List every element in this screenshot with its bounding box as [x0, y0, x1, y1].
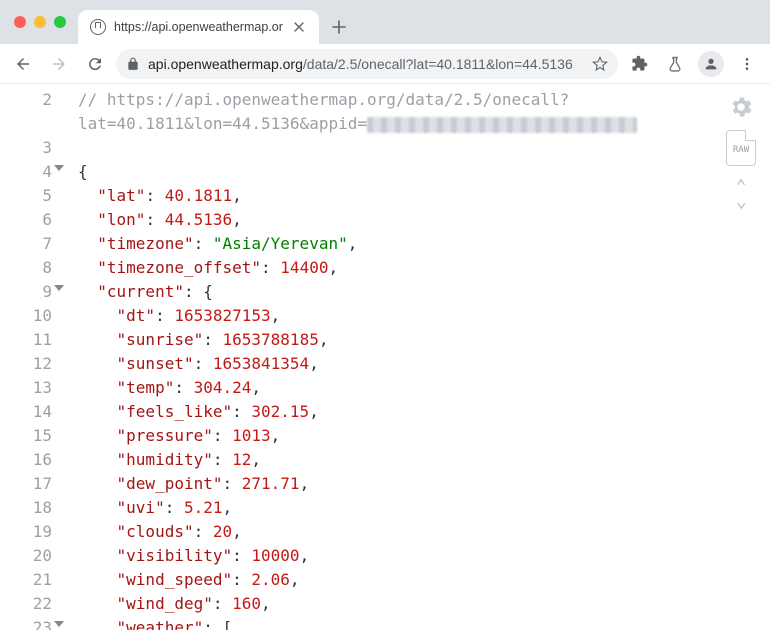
- line-number: 11: [0, 328, 52, 352]
- code-line: "pressure": 1013,: [78, 424, 770, 448]
- maximize-window-button[interactable]: [54, 16, 66, 28]
- chevron-down-icon[interactable]: ⌃: [736, 194, 747, 208]
- line-number: 13: [0, 376, 52, 400]
- redacted-appid: [367, 117, 637, 133]
- code-line: "timezone_offset": 14400,: [78, 256, 770, 280]
- code-line: "sunrise": 1653788185,: [78, 328, 770, 352]
- code-line: "wind_speed": 2.06,: [78, 568, 770, 592]
- line-number: 22: [0, 592, 52, 616]
- browser-tab[interactable]: https://api.openweathermap.or: [78, 10, 319, 44]
- reload-button[interactable]: [80, 49, 110, 79]
- scroll-arrows[interactable]: ⌃ ⌃: [736, 180, 747, 208]
- close-window-button[interactable]: [14, 16, 26, 28]
- code-line: "uvi": 5.21,: [78, 496, 770, 520]
- code-line: "lat": 40.1811,: [78, 184, 770, 208]
- line-number: 5: [0, 184, 52, 208]
- line-number: 7: [0, 232, 52, 256]
- menu-button[interactable]: [732, 49, 762, 79]
- code-line: "temp": 304.24,: [78, 376, 770, 400]
- line-number: 3: [0, 136, 52, 160]
- labs-button[interactable]: [660, 49, 690, 79]
- line-number: 19: [0, 520, 52, 544]
- profile-button[interactable]: [696, 49, 726, 79]
- line-number: 16: [0, 448, 52, 472]
- fold-toggle[interactable]: [54, 285, 64, 291]
- line-number: 2: [0, 88, 52, 112]
- browser-window: https://api.openweathermap.or api.openwe…: [0, 0, 770, 630]
- line-number: 21: [0, 568, 52, 592]
- bookmark-star-icon[interactable]: [592, 56, 608, 72]
- line-number: 15: [0, 424, 52, 448]
- window-controls: [8, 0, 78, 44]
- line-number: 12: [0, 352, 52, 376]
- line-number: 20: [0, 544, 52, 568]
- globe-icon: [90, 19, 106, 35]
- back-button[interactable]: [8, 49, 38, 79]
- avatar-icon: [698, 51, 724, 77]
- raw-button[interactable]: RAW: [726, 130, 756, 166]
- code-line: lat=40.1811&lon=44.5136&appid=: [78, 112, 770, 136]
- viewer-controls: RAW ⌃ ⌃: [726, 94, 756, 208]
- code-line: "wind_deg": 160,: [78, 592, 770, 616]
- line-number: 4: [0, 160, 52, 184]
- minimize-window-button[interactable]: [34, 16, 46, 28]
- code-line: "weather": [: [78, 616, 770, 630]
- code-line: // https://api.openweathermap.org/data/2…: [78, 88, 770, 112]
- line-number: 9: [0, 280, 52, 304]
- line-number: 17: [0, 472, 52, 496]
- new-tab-button[interactable]: [325, 13, 353, 41]
- code-line: "humidity": 12,: [78, 448, 770, 472]
- fold-toggle[interactable]: [54, 165, 64, 171]
- code-line: "sunset": 1653841354,: [78, 352, 770, 376]
- code-line: "visibility": 10000,: [78, 544, 770, 568]
- tab-strip: https://api.openweathermap.or: [0, 0, 770, 44]
- code-line: "dt": 1653827153,: [78, 304, 770, 328]
- line-number: 14: [0, 400, 52, 424]
- line-number: 10: [0, 304, 52, 328]
- tab-title: https://api.openweathermap.or: [114, 20, 283, 34]
- code-line: [78, 136, 770, 160]
- address-bar[interactable]: api.openweathermap.org/data/2.5/onecall?…: [116, 49, 618, 79]
- code-line: "timezone": "Asia/Yerevan",: [78, 232, 770, 256]
- code-line: "clouds": 20,: [78, 520, 770, 544]
- code-line: "dew_point": 271.71,: [78, 472, 770, 496]
- gear-icon[interactable]: [728, 94, 754, 120]
- code-line: {: [78, 160, 770, 184]
- url-text: api.openweathermap.org/data/2.5/onecall?…: [148, 56, 584, 72]
- fold-toggle[interactable]: [54, 621, 64, 627]
- code-line: "lon": 44.5136,: [78, 208, 770, 232]
- line-gutter: 234567891011121314151617181920212223: [0, 84, 58, 630]
- lock-icon: [126, 57, 140, 71]
- line-number: 18: [0, 496, 52, 520]
- code-area[interactable]: // https://api.openweathermap.org/data/2…: [58, 84, 770, 630]
- line-number: 23: [0, 616, 52, 630]
- json-viewer: 234567891011121314151617181920212223 // …: [0, 84, 770, 630]
- close-tab-button[interactable]: [291, 19, 307, 35]
- extensions-button[interactable]: [624, 49, 654, 79]
- line-number: 8: [0, 256, 52, 280]
- code-line: "feels_like": 302.15,: [78, 400, 770, 424]
- forward-button[interactable]: [44, 49, 74, 79]
- line-number: 6: [0, 208, 52, 232]
- toolbar: api.openweathermap.org/data/2.5/onecall?…: [0, 44, 770, 84]
- code-line: "current": {: [78, 280, 770, 304]
